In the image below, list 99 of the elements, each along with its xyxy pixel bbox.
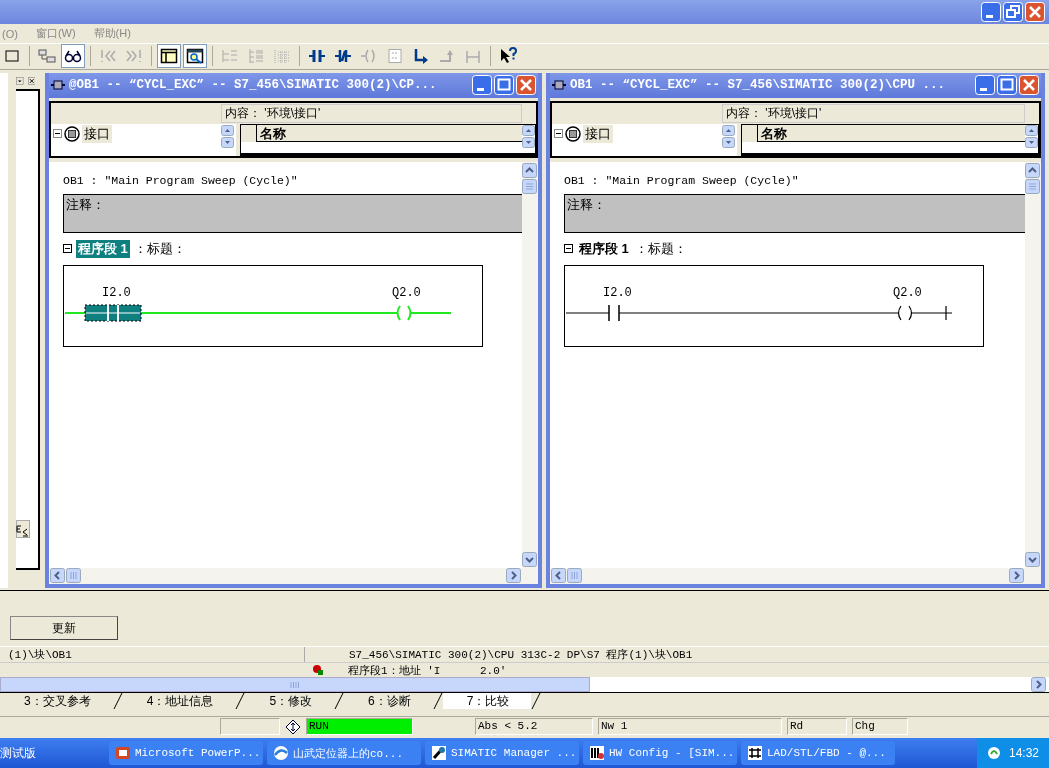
collapse-icon[interactable] [53,129,62,138]
tree-item[interactable]: 接口 [583,124,613,143]
coil-address: Q2.0 [893,285,922,300]
horizontal-scrollbar[interactable] [550,567,1041,584]
difference-icon [312,664,324,677]
scrollbar-thumb[interactable] [66,567,81,583]
tab[interactable]: 5：修改 [245,693,335,710]
dropdown-button[interactable] [16,74,24,87]
network-icon[interactable] [38,47,56,66]
tab[interactable]: 6：诊断 [344,693,433,710]
contact-symbol[interactable] [585,303,643,322]
minimize-button[interactable] [981,2,1001,23]
taskbar-button[interactable]: HW Config - [SIM... [583,741,737,765]
branch-arrow-icon[interactable] [412,47,430,66]
network-label[interactable]: 程序段 1 [577,239,631,258]
close-button[interactable] [27,74,35,87]
horizontal-scrollbar[interactable] [49,567,538,584]
network-label[interactable]: 程序段 1 [76,239,130,258]
taskbar-button[interactable]: Microsoft PowerP... [109,741,263,765]
collapse-icon[interactable] [63,244,72,253]
scroll-left-button[interactable] [50,567,65,583]
path-text: S7_456\SIMATIC 300(2)\CPU 313C-2 DP\S7 程序(1)\块\OB1 [349,648,693,663]
close-button[interactable] [1019,75,1039,95]
vertical-scrollbar[interactable] [522,161,538,568]
block-icon [51,80,65,90]
maximize-button[interactable] [997,75,1017,95]
taskbar-button[interactable]: SIMATIC Manager ... [425,741,579,765]
column-header: 名称 [758,124,1025,142]
comment-box[interactable]: 注释： [564,193,1025,233]
taskbar-button[interactable]: 山武定位器上的co... [267,741,421,765]
status-field: Nw 1 [598,718,782,736]
scroll-down-button[interactable] [522,551,537,567]
tab[interactable]: 4：地址信息 [122,693,236,710]
minimize-button[interactable] [472,75,492,95]
close-button[interactable] [516,75,536,95]
grip-icon [290,680,300,689]
scrollbar-thumb[interactable] [522,178,537,194]
coil-symbol[interactable] [897,304,913,321]
contact-address: I2.0 [603,285,632,300]
scroll-down-button[interactable] [1025,136,1038,148]
slides-icon [115,745,131,761]
content-label: 内容： '环境\接口' [722,103,1025,123]
window-title: @OB1 -- “CYCL_EXC” -- S7_456\SIMATIC 300(2)\CP... [69,78,437,92]
contact-symbol[interactable] [84,303,142,322]
taskbar-button[interactable]: LAD/STL/FBD - @... [741,741,895,765]
scroll-down-button[interactable] [1025,551,1040,567]
scroll-down-button[interactable] [722,136,735,148]
help-pointer-icon[interactable] [499,47,517,66]
result-text: 程序段1：地址 'I 2.0' [348,663,507,678]
network-title: ：标题： [133,239,186,258]
rung-end-mark [945,304,947,321]
close-button[interactable] [1025,2,1045,23]
scrollbar-thumb[interactable] [0,677,590,693]
browser-icon [273,745,289,761]
scroll-up-button[interactable] [1025,124,1038,136]
scroll-right-button[interactable] [1009,567,1024,583]
taskbar-button[interactable]: 测试版 [0,741,105,765]
scroll-down-button[interactable] [221,136,234,148]
block-icon [552,80,566,90]
scroll-right-button[interactable] [1031,677,1046,693]
block-header: OB1 : ″Main Program Sweep (Cycle)″ [564,173,800,189]
diamond-icon [285,718,301,735]
comment-label: 注释： [567,196,606,212]
maximize-button[interactable] [494,75,514,95]
scroll-up-button[interactable] [522,124,535,136]
tree-item[interactable]: 接口 [82,124,112,143]
window-title: OB1 -- “CYCL_EXC” -- S7_456\SIMATIC 300(2)\CPU ... [570,78,946,92]
restore-button[interactable] [1003,2,1023,23]
minimize-button[interactable] [975,75,995,95]
coil-address: Q2.0 [392,285,421,300]
ladder-icon [747,745,763,761]
clock: 14:32 [1008,746,1039,760]
window-layout-icon[interactable] [160,47,178,66]
scrollbar-thumb[interactable] [567,567,582,583]
network-title: ：标题： [634,239,687,258]
content-label: 内容： '环境\接口' [221,103,522,123]
status-field: Rd [787,718,847,736]
comment-box[interactable]: 注释： [63,193,522,233]
scroll-right-button[interactable] [506,567,521,583]
contact-address: I2.0 [102,285,131,300]
tab[interactable]: 7：比较 [442,693,532,710]
scrollbar-thumb[interactable] [1025,178,1040,194]
collapse-icon[interactable] [554,129,563,138]
status-field: Abs < 5.2 [475,718,593,736]
horizontal-scrollbar[interactable] [0,677,1049,693]
path-text: (1)\块\OB1 [0,647,305,663]
update-button[interactable]: 更新 [10,616,118,641]
collapse-icon[interactable] [564,244,573,253]
block-header: OB1 : ″Main Program Sweep (Cycle)″ [63,173,299,189]
run-indicator: RUN [306,718,413,736]
column-header: 名称 [257,124,522,142]
scroll-down-button[interactable] [522,136,535,148]
vertical-scrollbar[interactable] [1025,161,1041,568]
tool-button-icon[interactable] [16,519,30,538]
status-field: Chg [852,718,908,736]
tab[interactable]: 3：交叉参考 [0,693,113,710]
comment-label: 注释： [66,196,105,212]
zoom-icon[interactable] [186,47,204,66]
scroll-left-button[interactable] [551,567,566,583]
